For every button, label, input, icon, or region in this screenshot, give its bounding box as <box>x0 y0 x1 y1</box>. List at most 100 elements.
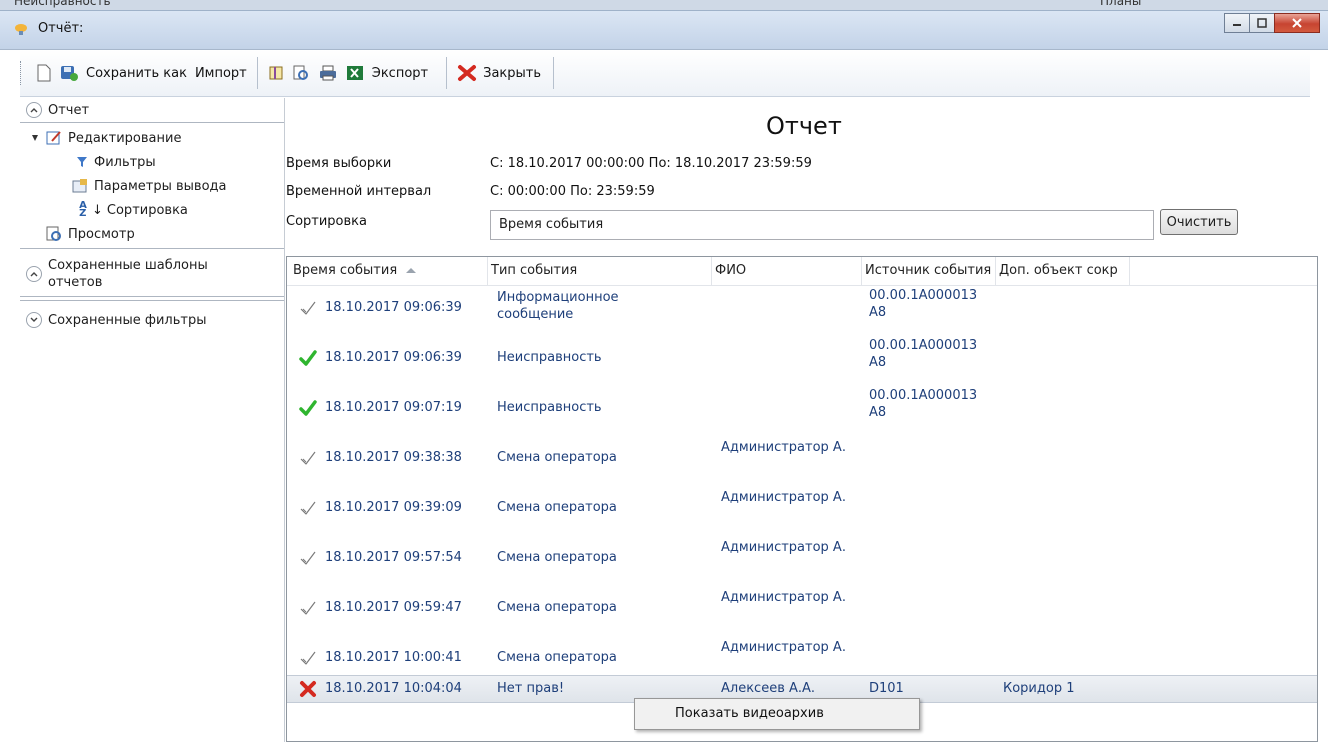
cell-event-type: Нет прав! <box>497 681 565 696</box>
close-label: Закрыть <box>483 65 542 81</box>
column-separator[interactable] <box>995 257 996 285</box>
cell-event-time: 18.10.2017 09:59:47 <box>325 600 462 615</box>
column-separator[interactable] <box>861 257 862 285</box>
close-window-button[interactable] <box>1274 13 1320 33</box>
section-saved-filters-label: Сохраненные фильтры <box>48 312 207 328</box>
cell-event-time: 18.10.2017 09:39:09 <box>325 500 462 515</box>
cell-event-time: 18.10.2017 09:38:38 <box>325 450 462 465</box>
check-outline-icon <box>300 501 316 515</box>
main-toolbar: Сохранить как Импорт Экспорт Закрыть <box>20 50 1310 97</box>
cell-fio: Администратор А. <box>721 440 846 455</box>
cell-extra-object: Коридор 1 <box>1003 681 1075 696</box>
report-title: Отчет <box>766 112 842 140</box>
chevron-up-icon[interactable] <box>26 266 42 282</box>
table-row[interactable]: 18.10.2017 09:38:38 Смена оператора Админи… <box>287 433 1317 483</box>
column-separator[interactable] <box>1129 257 1130 285</box>
window-titlebar[interactable]: Отчёт: <box>0 10 1328 50</box>
cell-event-type: Смена оператора <box>497 500 617 515</box>
sort-arrow-icon: ↓ <box>92 202 103 218</box>
field-label: Временной интервал <box>286 184 432 199</box>
column-header-fio[interactable]: ФИО <box>715 263 746 278</box>
report-view-button[interactable] <box>264 58 288 88</box>
column-header-extra-object[interactable]: Доп. объект сокр <box>999 263 1129 278</box>
import-label: Импорт <box>194 65 247 81</box>
column-header-source[interactable]: Источник события <box>865 263 995 278</box>
left-navigation-panel: Отчет Редактирование Фильтры Параметры в… <box>20 98 285 742</box>
column-header-time-label: Время события <box>293 263 398 278</box>
tree-item-preview[interactable]: Просмотр <box>46 226 135 242</box>
print-button[interactable] <box>314 58 342 88</box>
cell-event-time: 18.10.2017 09:06:39 <box>325 300 462 315</box>
minimize-button[interactable] <box>1224 13 1250 33</box>
divider <box>20 296 284 297</box>
new-button[interactable] <box>32 58 56 88</box>
chevron-up-icon[interactable] <box>26 102 42 118</box>
events-grid: Время события Тип события ФИО Источник с… <box>286 256 1318 742</box>
divider <box>20 300 284 301</box>
cell-fio: Алексеев А.А. <box>721 681 816 696</box>
table-row[interactable]: 18.10.2017 09:06:39 Информационное сообще… <box>287 283 1317 333</box>
cell-event-time: 18.10.2017 10:00:41 <box>325 650 462 665</box>
tree-item-filters[interactable]: Фильтры <box>76 154 156 170</box>
table-row[interactable]: 18.10.2017 09:59:47 Смена оператора Админи… <box>287 583 1317 633</box>
save-as-label: Сохранить как <box>86 65 187 81</box>
cell-event-type: Смена оператора <box>497 650 617 665</box>
table-row[interactable]: 18.10.2017 09:57:54 Смена оператора Админи… <box>287 533 1317 583</box>
section-saved-templates-header[interactable]: Сохраненные шаблоны отчетов <box>20 254 284 294</box>
table-row[interactable]: 18.10.2017 09:39:09 Смена оператора Админи… <box>287 483 1317 533</box>
excel-icon <box>346 66 363 80</box>
menu-item-show-video-archive[interactable]: Показать видеоархив <box>675 706 824 721</box>
divider <box>20 248 284 249</box>
maximize-button[interactable] <box>1249 13 1275 33</box>
cell-event-type: Смена оператора <box>497 550 617 565</box>
import-button[interactable]: Импорт <box>191 58 251 88</box>
tree-item-sorting[interactable]: AZ ↓ Сортировка <box>76 201 188 219</box>
cell-event-type: Смена оператора <box>497 450 617 465</box>
sort-field[interactable]: Время события <box>490 210 1154 240</box>
column-separator[interactable] <box>487 257 488 285</box>
cell-event-time: 18.10.2017 09:06:39 <box>325 350 462 365</box>
check-outline-icon <box>300 601 316 615</box>
clear-button[interactable]: Очистить <box>1160 209 1238 235</box>
field-value: С: 00:00:00 По: 23:59:59 <box>490 184 655 199</box>
cell-fio: Администратор А. <box>721 490 846 505</box>
column-header-time[interactable]: Время события <box>293 263 417 278</box>
save-as-button[interactable]: Сохранить как <box>56 58 191 88</box>
print-preview-icon <box>293 65 308 80</box>
context-menu: Показать видеоархив <box>634 698 920 730</box>
cell-fio: Администратор А. <box>721 640 846 655</box>
export-button[interactable]: Экспорт <box>342 58 432 88</box>
table-row[interactable]: 18.10.2017 09:07:19 Неисправность 00.00.1A… <box>287 383 1317 433</box>
section-report-header[interactable]: Отчет <box>20 100 284 120</box>
cell-fio: Администратор А. <box>721 590 846 605</box>
check-green-icon <box>299 350 317 366</box>
window-controls <box>1224 13 1320 33</box>
toolbar-separator <box>256 57 258 89</box>
tree-item-output-params[interactable]: Параметры вывода <box>72 178 226 194</box>
tree-item-editing[interactable]: Редактирование <box>30 130 181 146</box>
tree-item-output-params-label: Параметры вывода <box>94 178 227 194</box>
chevron-down-icon[interactable] <box>26 312 42 328</box>
table-row[interactable]: 18.10.2017 09:06:39 Неисправность 00.00.1A… <box>287 333 1317 383</box>
edit-icon <box>46 130 62 146</box>
check-outline-icon <box>300 551 316 565</box>
grid-header: Время события Тип события ФИО Источник с… <box>287 257 1317 286</box>
report-app-icon <box>15 24 27 35</box>
column-separator[interactable] <box>711 257 712 285</box>
section-saved-filters-header[interactable]: Сохраненные фильтры <box>20 310 284 330</box>
cell-event-type: Неисправность <box>497 350 602 365</box>
save-as-icon <box>61 66 78 81</box>
print-preview-button[interactable] <box>288 58 314 88</box>
preview-icon <box>46 226 62 242</box>
toolbar-grip[interactable] <box>20 61 24 85</box>
book-icon <box>269 66 283 80</box>
tree-item-sorting-label: Сортировка <box>106 202 188 218</box>
minimize-icon <box>1233 24 1241 26</box>
close-report-button[interactable]: Закрыть <box>453 58 545 88</box>
error-x-icon <box>300 681 316 697</box>
tree-item-filters-label: Фильтры <box>94 154 156 170</box>
column-header-type[interactable]: Тип события <box>491 263 577 278</box>
sort-label: Сортировка <box>286 214 367 229</box>
section-saved-templates-label: Сохраненные шаблоны отчетов <box>48 258 208 290</box>
tree-item-preview-label: Просмотр <box>68 226 135 242</box>
